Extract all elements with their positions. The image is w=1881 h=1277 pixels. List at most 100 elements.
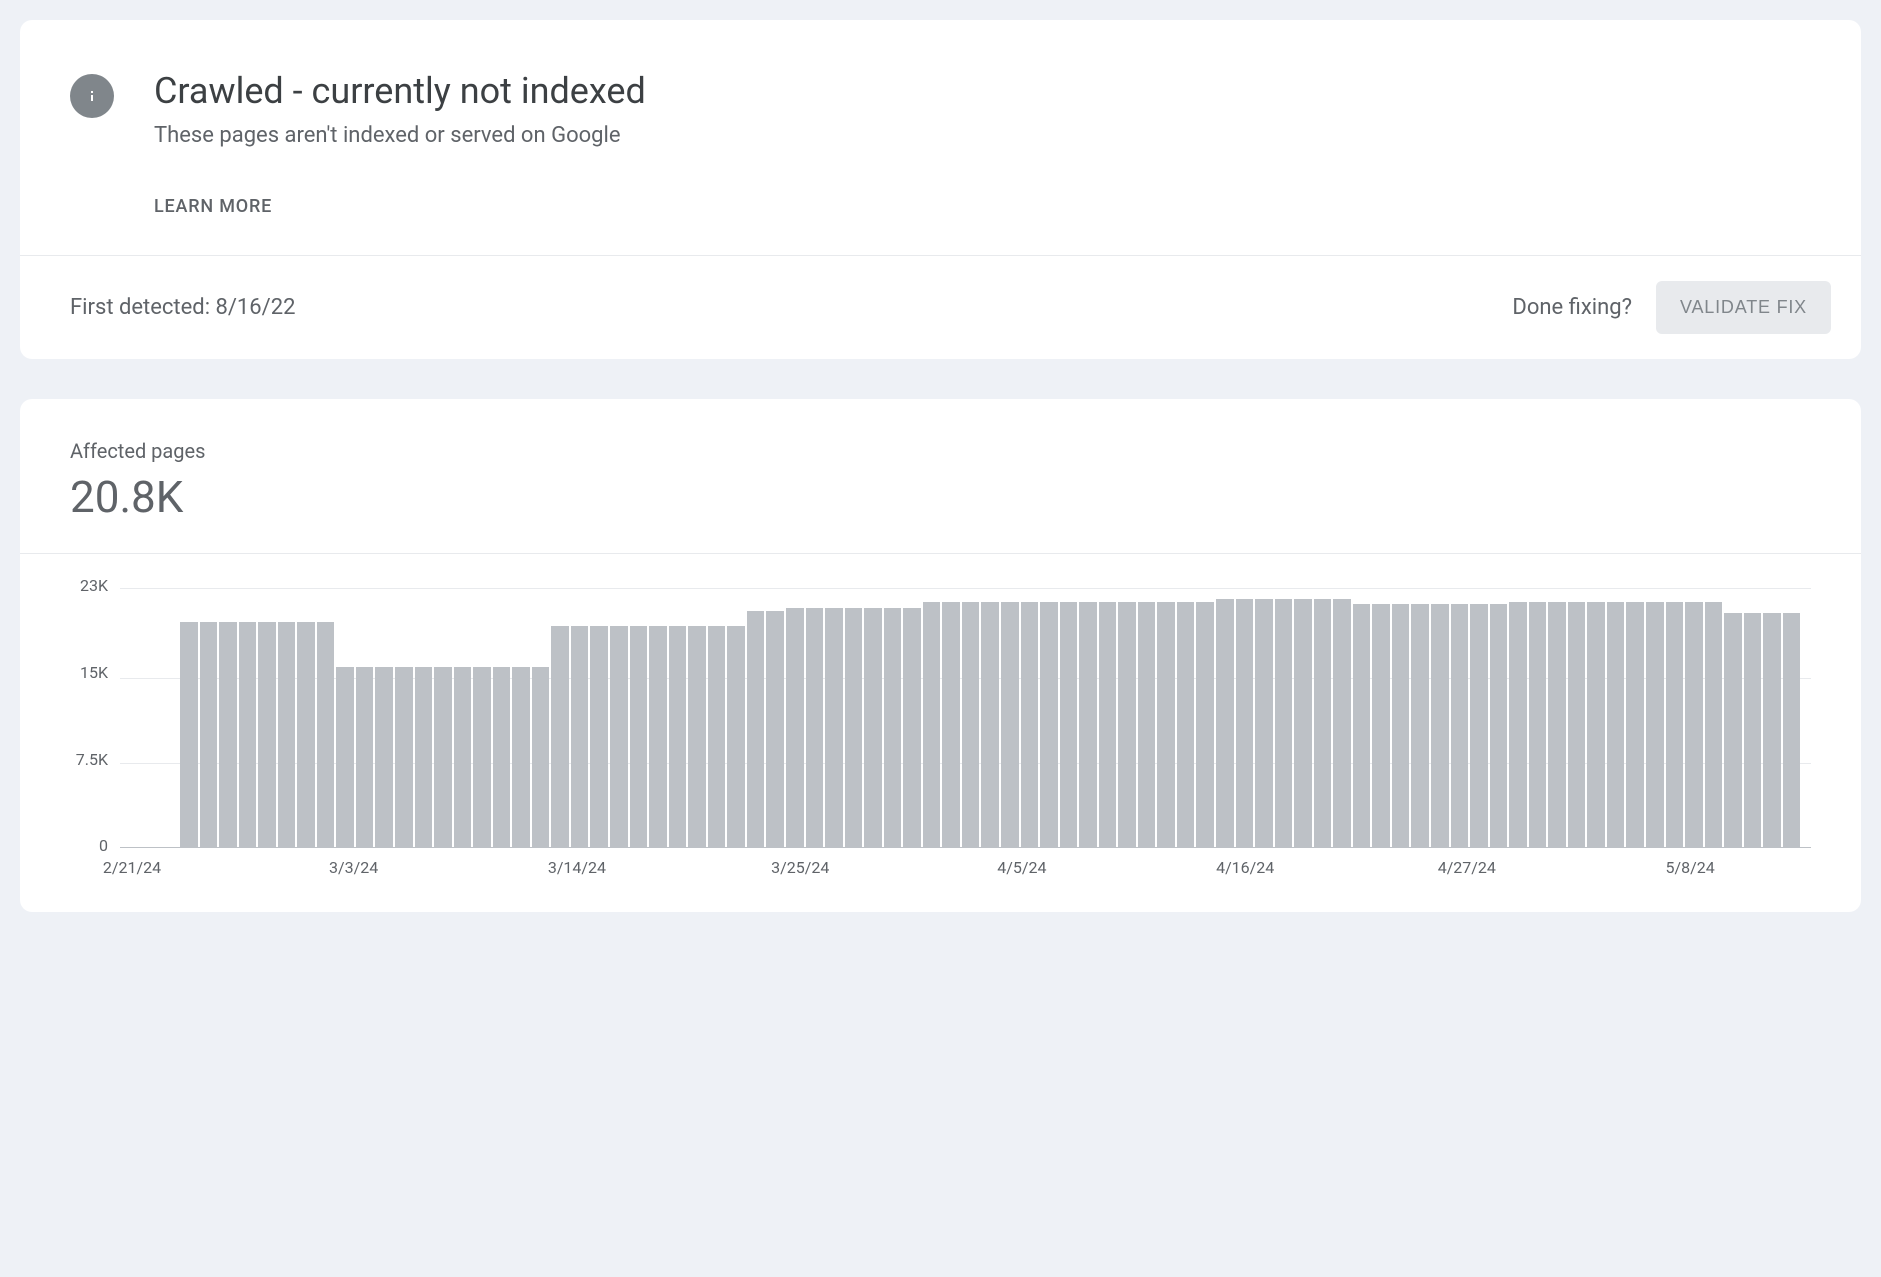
chart-bar[interactable] <box>747 611 765 847</box>
learn-more-link[interactable]: LEARN MORE <box>154 188 272 225</box>
chart-bar[interactable] <box>610 626 628 847</box>
chart-bar[interactable] <box>434 667 452 847</box>
chart-bar[interactable] <box>1196 602 1214 847</box>
metric-block: Affected pages 20.8K <box>20 439 1861 553</box>
chart-bar[interactable] <box>981 602 999 847</box>
chart-bar[interactable] <box>278 622 296 847</box>
chart-bar[interactable] <box>708 626 726 847</box>
chart-bar[interactable] <box>1079 602 1097 847</box>
x-tick-label: 4/27/24 <box>1438 858 1496 877</box>
chart-bar[interactable] <box>336 667 354 847</box>
chart-bar[interactable] <box>1744 613 1762 847</box>
chart-bar[interactable] <box>1060 602 1078 847</box>
chart-bar[interactable] <box>395 667 413 847</box>
chart-bar[interactable] <box>1509 602 1527 847</box>
chart-bar[interactable] <box>473 667 491 847</box>
chart-bar[interactable] <box>1216 599 1234 847</box>
chart-bar[interactable] <box>590 626 608 847</box>
chart-bar[interactable] <box>1685 602 1703 847</box>
chart-bar[interactable] <box>454 667 472 847</box>
chart-bar[interactable] <box>1021 602 1039 847</box>
chart-bar[interactable] <box>1568 602 1586 847</box>
chart-bar[interactable] <box>1783 613 1801 847</box>
chart-bar[interactable] <box>649 626 667 847</box>
chart-bar[interactable] <box>903 608 921 847</box>
chart-bar[interactable] <box>806 608 824 847</box>
chart-bar[interactable] <box>1646 602 1664 847</box>
first-detected: First detected: 8/16/22 <box>70 295 295 320</box>
chart-bar[interactable] <box>766 611 784 847</box>
chart-bar[interactable] <box>1666 602 1684 847</box>
chart-bar[interactable] <box>1314 599 1332 847</box>
chart-bar[interactable] <box>375 667 393 847</box>
chart-wrap: 23K15K7.5K0 2/21/243/3/243/14/243/25/244… <box>20 553 1861 882</box>
chart-bar[interactable] <box>688 626 706 847</box>
x-tick-label: 3/25/24 <box>771 858 829 877</box>
chart-bar[interactable] <box>669 626 687 847</box>
chart-bar[interactable] <box>825 608 843 847</box>
chart-bar[interactable] <box>239 622 257 847</box>
chart-bar[interactable] <box>415 667 433 847</box>
chart-bar[interactable] <box>1705 602 1723 847</box>
issue-subtitle: These pages aren't indexed or served on … <box>154 123 646 148</box>
chart-bar[interactable] <box>1157 602 1175 847</box>
chart-bar[interactable] <box>356 667 374 847</box>
chart-bar[interactable] <box>1470 604 1488 847</box>
chart-bar[interactable] <box>727 626 745 847</box>
chart-bar[interactable] <box>512 667 530 847</box>
chart-bar[interactable] <box>258 622 276 847</box>
chart-bar[interactable] <box>1724 613 1742 847</box>
chart-bar[interactable] <box>1411 604 1429 847</box>
x-tick-label: 2/21/24 <box>103 858 161 877</box>
chart-card: Affected pages 20.8K 23K15K7.5K0 2/21/24… <box>20 399 1861 912</box>
chart-bar[interactable] <box>1177 602 1195 847</box>
chart-bar[interactable] <box>1372 604 1390 847</box>
chart-bar[interactable] <box>551 626 569 847</box>
chart-plot[interactable] <box>120 588 1811 848</box>
metric-label: Affected pages <box>70 439 1811 463</box>
validate-fix-button[interactable]: VALIDATE FIX <box>1656 281 1831 334</box>
chart-bar[interactable] <box>786 608 804 847</box>
chart-bar[interactable] <box>1431 604 1449 847</box>
chart-bar[interactable] <box>493 667 511 847</box>
chart-bar[interactable] <box>317 622 335 847</box>
x-tick-label: 3/3/24 <box>329 858 378 877</box>
chart-bar[interactable] <box>923 602 941 847</box>
chart-bar[interactable] <box>630 626 648 847</box>
chart-bar[interactable] <box>1451 604 1469 847</box>
chart-bar[interactable] <box>1353 604 1371 847</box>
first-detected-value: 8/16/22 <box>215 295 295 320</box>
chart-bar[interactable] <box>297 622 315 847</box>
chart-bar[interactable] <box>845 608 863 847</box>
chart-bar[interactable] <box>1548 602 1566 847</box>
chart-bar[interactable] <box>1763 613 1781 847</box>
chart-bar[interactable] <box>1099 602 1117 847</box>
chart-bar[interactable] <box>884 608 902 847</box>
issue-card: Crawled - currently not indexed These pa… <box>20 20 1861 359</box>
chart-bar[interactable] <box>1275 599 1293 847</box>
chart-bar[interactable] <box>1626 602 1644 847</box>
chart-bar[interactable] <box>1255 599 1273 847</box>
chart-bar[interactable] <box>1587 602 1605 847</box>
chart-bar[interactable] <box>962 602 980 847</box>
chart-bar[interactable] <box>1001 602 1019 847</box>
chart-bar[interactable] <box>942 602 960 847</box>
chart-bar[interactable] <box>1118 602 1136 847</box>
chart-bar[interactable] <box>219 622 237 847</box>
chart-bar[interactable] <box>864 608 882 847</box>
chart-bar[interactable] <box>1138 602 1156 847</box>
chart-bar[interactable] <box>1490 604 1508 847</box>
chart-bar[interactable] <box>1333 599 1351 847</box>
chart-bar[interactable] <box>180 622 198 847</box>
issue-title: Crawled - currently not indexed <box>154 70 646 113</box>
chart-bar[interactable] <box>1040 602 1058 847</box>
chart-bar[interactable] <box>200 622 218 847</box>
x-tick-label: 4/5/24 <box>997 858 1046 877</box>
chart-bar[interactable] <box>1236 599 1254 847</box>
chart-bar[interactable] <box>571 626 589 847</box>
chart-bar[interactable] <box>1294 599 1312 847</box>
chart-bar[interactable] <box>532 667 550 847</box>
chart-bar[interactable] <box>1607 602 1625 847</box>
chart-bar[interactable] <box>1529 602 1547 847</box>
chart-bar[interactable] <box>1392 604 1410 847</box>
